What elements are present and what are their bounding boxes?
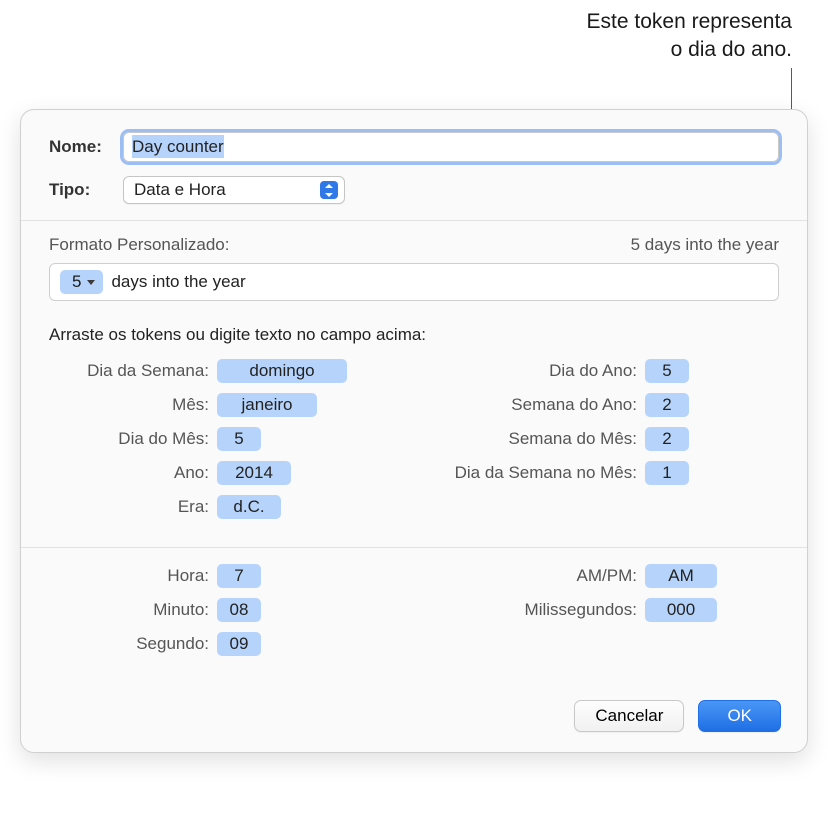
row-week-of-month: Semana do Mês: 2: [427, 427, 779, 451]
tokens-instruction: Arraste os tokens ou digite texto no cam…: [49, 325, 779, 345]
row-era: Era: d.C.: [49, 495, 401, 519]
label-week-of-year: Semana do Ano:: [427, 395, 645, 415]
chip-week-of-year[interactable]: 2: [645, 393, 689, 417]
callout-line-1: Este token representa: [587, 8, 792, 36]
row-minute: Minuto: 08: [49, 598, 401, 622]
chip-year[interactable]: 2014: [217, 461, 291, 485]
row-day-of-year: Dia do Ano: 5: [427, 359, 779, 383]
label-day-of-year: Dia do Ano:: [427, 361, 645, 381]
callout-text: Este token representa o dia do ano.: [587, 8, 792, 65]
chip-minute[interactable]: 08: [217, 598, 261, 622]
chip-era[interactable]: d.C.: [217, 495, 281, 519]
cancel-button[interactable]: Cancelar: [574, 700, 684, 732]
row-day-of-month: Dia do Mês: 5: [49, 427, 401, 451]
label-weekday: Dia da Semana:: [49, 361, 217, 381]
chip-millis[interactable]: 000: [645, 598, 717, 622]
row-weekday: Dia da Semana: domingo: [49, 359, 401, 383]
label-second: Segundo:: [49, 634, 217, 654]
row-ampm: AM/PM: AM: [427, 564, 779, 588]
label-millis: Milissegundos:: [427, 600, 645, 620]
format-section: Formato Personalizado: 5 days into the y…: [21, 221, 807, 321]
label-day-of-month: Dia do Mês:: [49, 429, 217, 449]
format-label: Formato Personalizado:: [49, 235, 229, 255]
format-trailing-text: days into the year: [111, 272, 245, 292]
time-col-right: AM/PM: AM Milissegundos: 000: [427, 564, 779, 666]
name-value: Day counter: [132, 135, 224, 158]
format-header: Formato Personalizado: 5 days into the y…: [49, 235, 779, 255]
row-hour: Hora: 7: [49, 564, 401, 588]
row-year: Ano: 2014: [49, 461, 401, 485]
type-value: Data e Hora: [134, 180, 226, 200]
dialog-header: Nome: Day counter Tipo: Data e Hora: [21, 110, 807, 220]
chip-second[interactable]: 09: [217, 632, 261, 656]
label-hour: Hora:: [49, 566, 217, 586]
date-col-right: Dia do Ano: 5 Semana do Ano: 2 Semana do…: [427, 359, 779, 529]
dialog-buttons: Cancelar OK: [21, 684, 807, 752]
chip-weekday-in-month[interactable]: 1: [645, 461, 689, 485]
label-year: Ano:: [49, 463, 217, 483]
type-label: Tipo:: [49, 180, 123, 200]
date-token-grid: Dia da Semana: domingo Mês: janeiro Dia …: [49, 359, 779, 529]
name-label: Nome:: [49, 137, 123, 157]
label-week-of-month: Semana do Mês:: [427, 429, 645, 449]
label-month: Mês:: [49, 395, 217, 415]
chip-day-of-year[interactable]: 5: [645, 359, 689, 383]
format-preview: 5 days into the year: [631, 235, 779, 255]
name-input[interactable]: Day counter: [123, 132, 779, 162]
row-weekday-in-month: Dia da Semana no Mês: 1: [427, 461, 779, 485]
row-second: Segundo: 09: [49, 632, 401, 656]
name-row: Nome: Day counter: [49, 132, 779, 162]
row-month: Mês: janeiro: [49, 393, 401, 417]
popup-arrows-icon: [320, 181, 338, 199]
row-week-of-year: Semana do Ano: 2: [427, 393, 779, 417]
date-col-left: Dia da Semana: domingo Mês: janeiro Dia …: [49, 359, 401, 529]
label-weekday-in-month: Dia da Semana no Mês:: [427, 463, 645, 483]
type-row: Tipo: Data e Hora: [49, 176, 779, 204]
chip-ampm[interactable]: AM: [645, 564, 717, 588]
chip-day-of-month[interactable]: 5: [217, 427, 261, 451]
time-tokens-section: Hora: 7 Minuto: 08 Segundo: 09 AM/PM: AM: [21, 548, 807, 684]
chip-month[interactable]: janeiro: [217, 393, 317, 417]
tokens-section: Arraste os tokens ou digite texto no cam…: [21, 321, 807, 547]
callout-line-2: o dia do ano.: [587, 36, 792, 64]
time-token-grid: Hora: 7 Minuto: 08 Segundo: 09 AM/PM: AM: [49, 564, 779, 666]
chip-hour[interactable]: 7: [217, 564, 261, 588]
type-popup[interactable]: Data e Hora: [123, 176, 345, 204]
format-dialog: Nome: Day counter Tipo: Data e Hora Form…: [20, 109, 808, 753]
chevron-down-icon: [87, 280, 95, 285]
label-minute: Minuto:: [49, 600, 217, 620]
format-token-day-of-year[interactable]: 5: [60, 270, 103, 294]
token-value: 5: [72, 272, 81, 292]
label-ampm: AM/PM:: [427, 566, 645, 586]
label-era: Era:: [49, 497, 217, 517]
ok-button[interactable]: OK: [698, 700, 781, 732]
format-field[interactable]: 5 days into the year: [49, 263, 779, 301]
chip-weekday[interactable]: domingo: [217, 359, 347, 383]
time-col-left: Hora: 7 Minuto: 08 Segundo: 09: [49, 564, 401, 666]
row-millis: Milissegundos: 000: [427, 598, 779, 622]
chip-week-of-month[interactable]: 2: [645, 427, 689, 451]
